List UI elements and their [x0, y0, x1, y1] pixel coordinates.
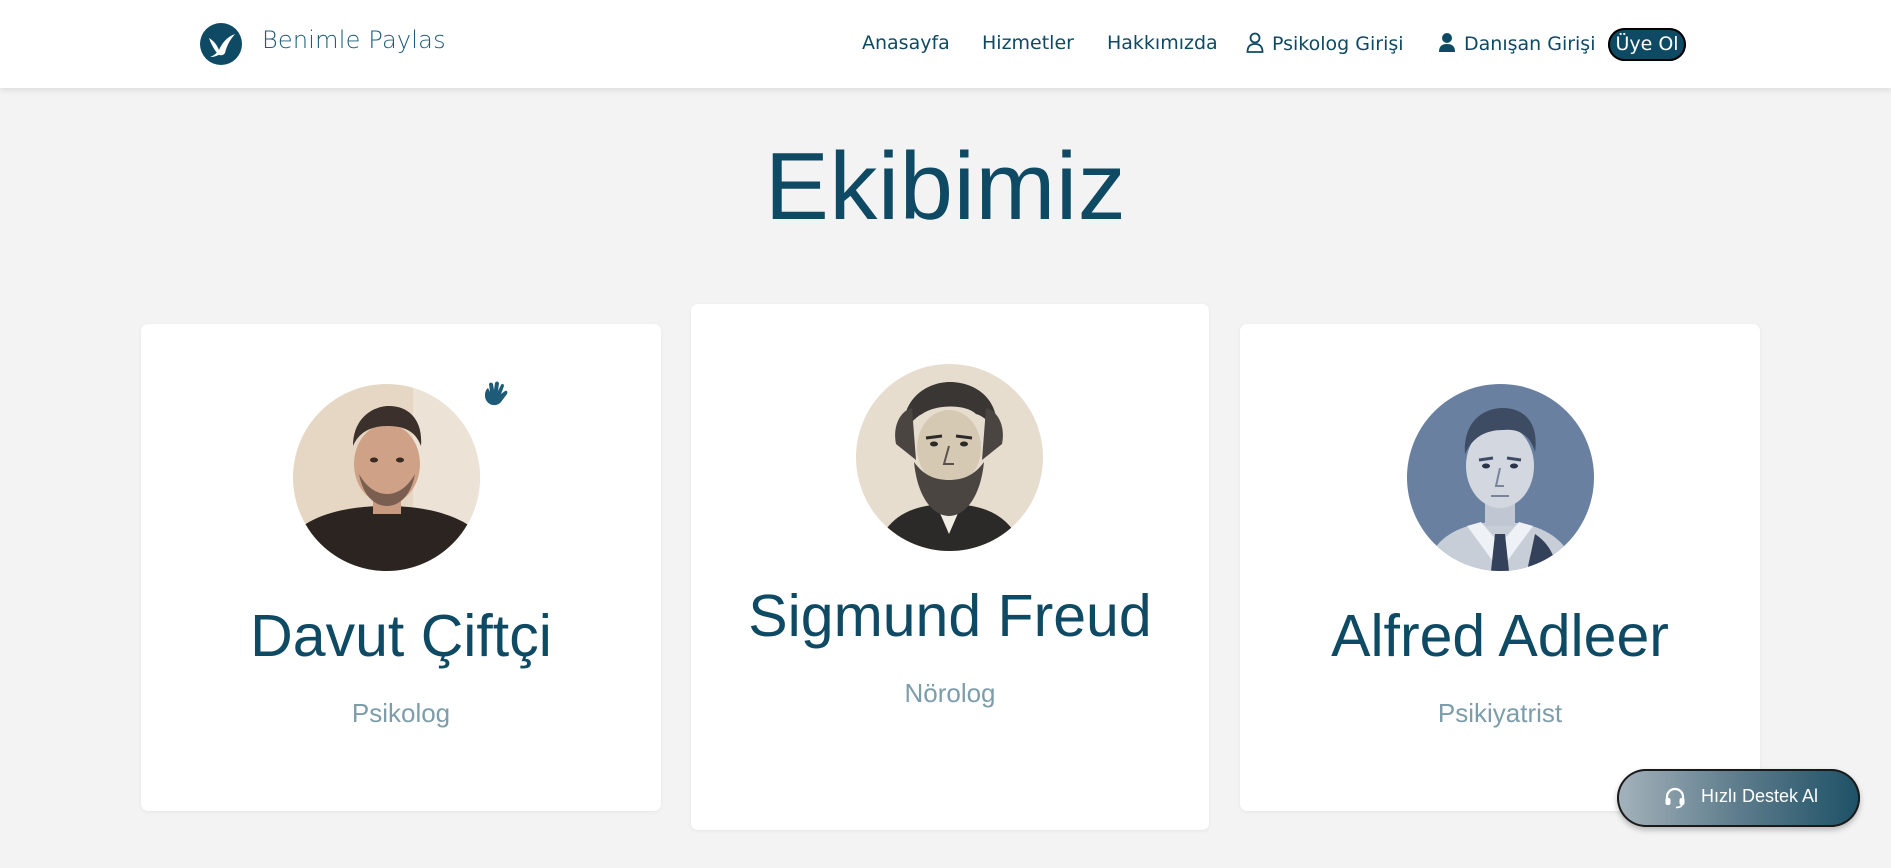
team-card: Alfred Adleer Psikiyatrist [1240, 324, 1760, 811]
member-role: Psikiyatrist [1437, 698, 1563, 728]
member-avatar-photo [293, 384, 480, 571]
quick-support-button[interactable]: Hızlı Destek Al [1617, 769, 1860, 827]
page-title: Ekibimiz [764, 133, 1127, 240]
brand-name[interactable]: Benimle Paylas [262, 26, 446, 54]
user-solid-icon [1438, 32, 1456, 58]
nav-services-link[interactable]: Hizmetler [982, 32, 1074, 54]
member-avatar-illustration [1407, 384, 1594, 571]
psychologist-login-label: Psikolog Girişi [1272, 33, 1404, 55]
nav-home-link[interactable]: Anasayfa [862, 32, 950, 54]
bird-logo-icon[interactable] [200, 23, 242, 65]
sign-language-icon[interactable] [480, 380, 510, 414]
top-navbar: Benimle Paylas Anasayfa Hizmetler Hakkım… [0, 0, 1891, 88]
nav-client-login[interactable]: Danışan Girişi [1438, 32, 1596, 58]
team-card: Sigmund Freud Nörolog [691, 304, 1209, 830]
headset-icon [1663, 786, 1687, 814]
member-name: Sigmund Freud [748, 583, 1152, 649]
member-avatar-illustration [856, 364, 1043, 551]
nav-psychologist-login[interactable]: Psikolog Girişi [1246, 32, 1404, 58]
member-name: Davut Çiftçi [250, 603, 552, 669]
client-login-label: Danışan Girişi [1464, 33, 1596, 55]
member-role: Nörolog [904, 678, 996, 708]
quick-support-label: Hızlı Destek Al [1701, 786, 1819, 806]
member-role: Psikolog [351, 698, 451, 728]
nav-about-link[interactable]: Hakkımızda [1107, 32, 1218, 54]
team-card: Davut Çiftçi Psikolog [141, 324, 661, 811]
user-outline-icon [1246, 32, 1264, 58]
member-name: Alfred Adleer [1331, 603, 1669, 669]
signup-button[interactable]: Üye Ol [1608, 28, 1686, 61]
